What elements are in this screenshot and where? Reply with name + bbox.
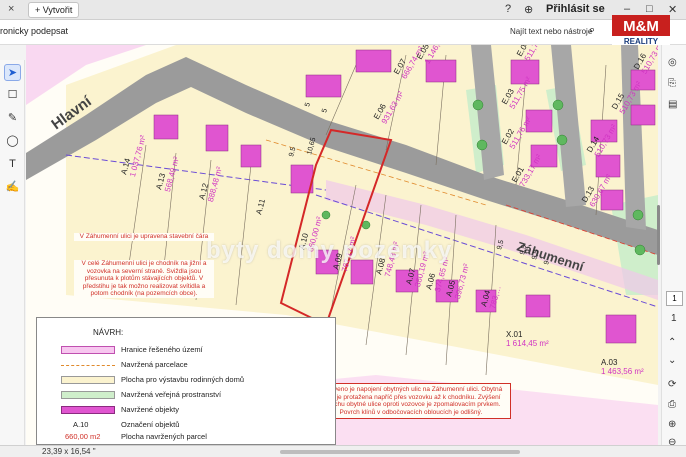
legend-item-residential: Plocha pro výstavbu rodinných domů	[61, 374, 331, 386]
page-up-icon[interactable]: ⌃	[668, 337, 676, 348]
plot-id: A.03	[601, 358, 618, 367]
comment-icon[interactable]: ☐	[4, 87, 21, 104]
page-down-icon[interactable]: ⌄	[668, 355, 676, 366]
minimize-icon[interactable]: –	[624, 3, 630, 15]
top-toolbar: ronicky podepsat Najít text nebo nástroj…	[0, 20, 686, 45]
legend-label: Plocha navržených parcel	[121, 432, 207, 441]
legend-swatch-parcelation	[61, 365, 115, 366]
bookmark-icon[interactable]: ⎘	[668, 78, 676, 89]
find-tools-label[interactable]: Najít text nebo nástroje	[510, 27, 592, 36]
save-icon[interactable]: ⎙	[668, 399, 676, 410]
page-size-label: 23,39 x 16,54 "	[42, 447, 96, 456]
select-arrow-icon[interactable]: ➤	[4, 64, 21, 81]
pen-icon[interactable]: ✎	[4, 110, 21, 127]
page-total: 1	[671, 313, 677, 324]
legend-swatch-buildings	[61, 406, 115, 414]
legend-item-parcelation: Navržená parcelace	[61, 359, 331, 371]
legend-label: Hranice řešeného území	[121, 345, 203, 354]
signature-icon[interactable]: ✍	[4, 179, 21, 196]
plot-area: 1 614,45 m²	[506, 339, 549, 348]
search-icon[interactable]: ⌕	[589, 24, 595, 37]
left-tool-rail: ➤ ☐ ✎ ◯ T ✍	[0, 60, 25, 445]
help-icon[interactable]: ?	[505, 3, 511, 15]
legend-label: Plocha pro výstavbu rodinných domů	[121, 375, 244, 384]
note-street-connection: Upraveno je napojení obytných ulic na Zá…	[311, 383, 511, 419]
legend-box: NÁVRH: Hranice řešeného území Navržená p…	[36, 317, 336, 445]
status-bar: 23,39 x 16,54 "	[0, 445, 686, 457]
legend-swatch-public-space	[61, 391, 115, 399]
legend-item-public-space: Navržená veřejná prostranství	[61, 389, 331, 401]
legend-title: NÁVRH:	[93, 328, 124, 337]
plot-area: 1 463,56 m²	[601, 367, 644, 376]
legend-swatch-boundary	[61, 346, 115, 354]
legend-label: Označení objektů	[121, 420, 180, 429]
tab-bar: × + Vytvořit ? ⊕ Přihlásit se – □ ✕	[0, 0, 686, 20]
text-box-icon[interactable]: T	[4, 156, 21, 173]
watermark-text: byty domy pozemky	[206, 237, 453, 264]
logo-bottom-text: REALITY	[624, 37, 659, 45]
login-button[interactable]: Přihlásit se	[546, 3, 605, 15]
page-current[interactable]: 1	[666, 291, 683, 306]
legend-item-boundary: Hranice řešeného území	[61, 344, 331, 356]
logo-top-text: M&M	[623, 18, 659, 35]
legend-label: Navržená veřejná prostranství	[121, 390, 222, 399]
lasso-icon[interactable]: ◯	[4, 133, 21, 150]
legend-item-buildings: Navržené objekty	[61, 404, 331, 416]
horizontal-scrollbar[interactable]	[280, 450, 520, 454]
note-sidewalk: V celé Záhumenní ulici je chodník na již…	[74, 260, 214, 298]
close-tab-icon[interactable]: ×	[8, 3, 14, 15]
plot-id: X.01	[506, 330, 523, 339]
legend-swatch-residential	[61, 376, 115, 384]
document-canvas[interactable]: Hlavní Záhumenní E.07666,74 m² E.06931,63…	[26, 45, 658, 445]
settings-icon[interactable]: ◎	[668, 57, 677, 68]
zoom-in-icon[interactable]: ⊕	[668, 419, 676, 430]
vertical-scrollbar[interactable]	[657, 205, 660, 265]
create-button[interactable]: + Vytvořit	[28, 2, 80, 18]
legend-sample-id: A.10	[73, 420, 89, 429]
right-tool-rail: ◎ ⎘ ▤ 1 1 ⌃ ⌄ ⟳ ⎙ ⊕ ⊖	[661, 45, 686, 448]
globe-icon[interactable]: ⊕	[524, 3, 533, 16]
legend-label: Navržená parcelace	[121, 360, 188, 369]
document-title: ronicky podepsat	[0, 26, 69, 36]
maximize-icon[interactable]: □	[646, 3, 653, 15]
refresh-icon[interactable]: ⟳	[668, 379, 676, 390]
legend-item-object-id: A.10 Označení objektů	[61, 419, 331, 431]
legend-sample-area: 660,00 m2	[65, 432, 101, 441]
legend-label: Navržené objekty	[121, 405, 179, 414]
note-building-line: V Záhumenní ulici je upravena stavební č…	[74, 233, 214, 241]
mm-reality-logo: M&M REALITY	[612, 15, 670, 45]
pages-icon[interactable]: ▤	[668, 99, 677, 110]
legend-item-parcel-area: 660,00 m2 Plocha navržených parcel	[61, 431, 331, 443]
